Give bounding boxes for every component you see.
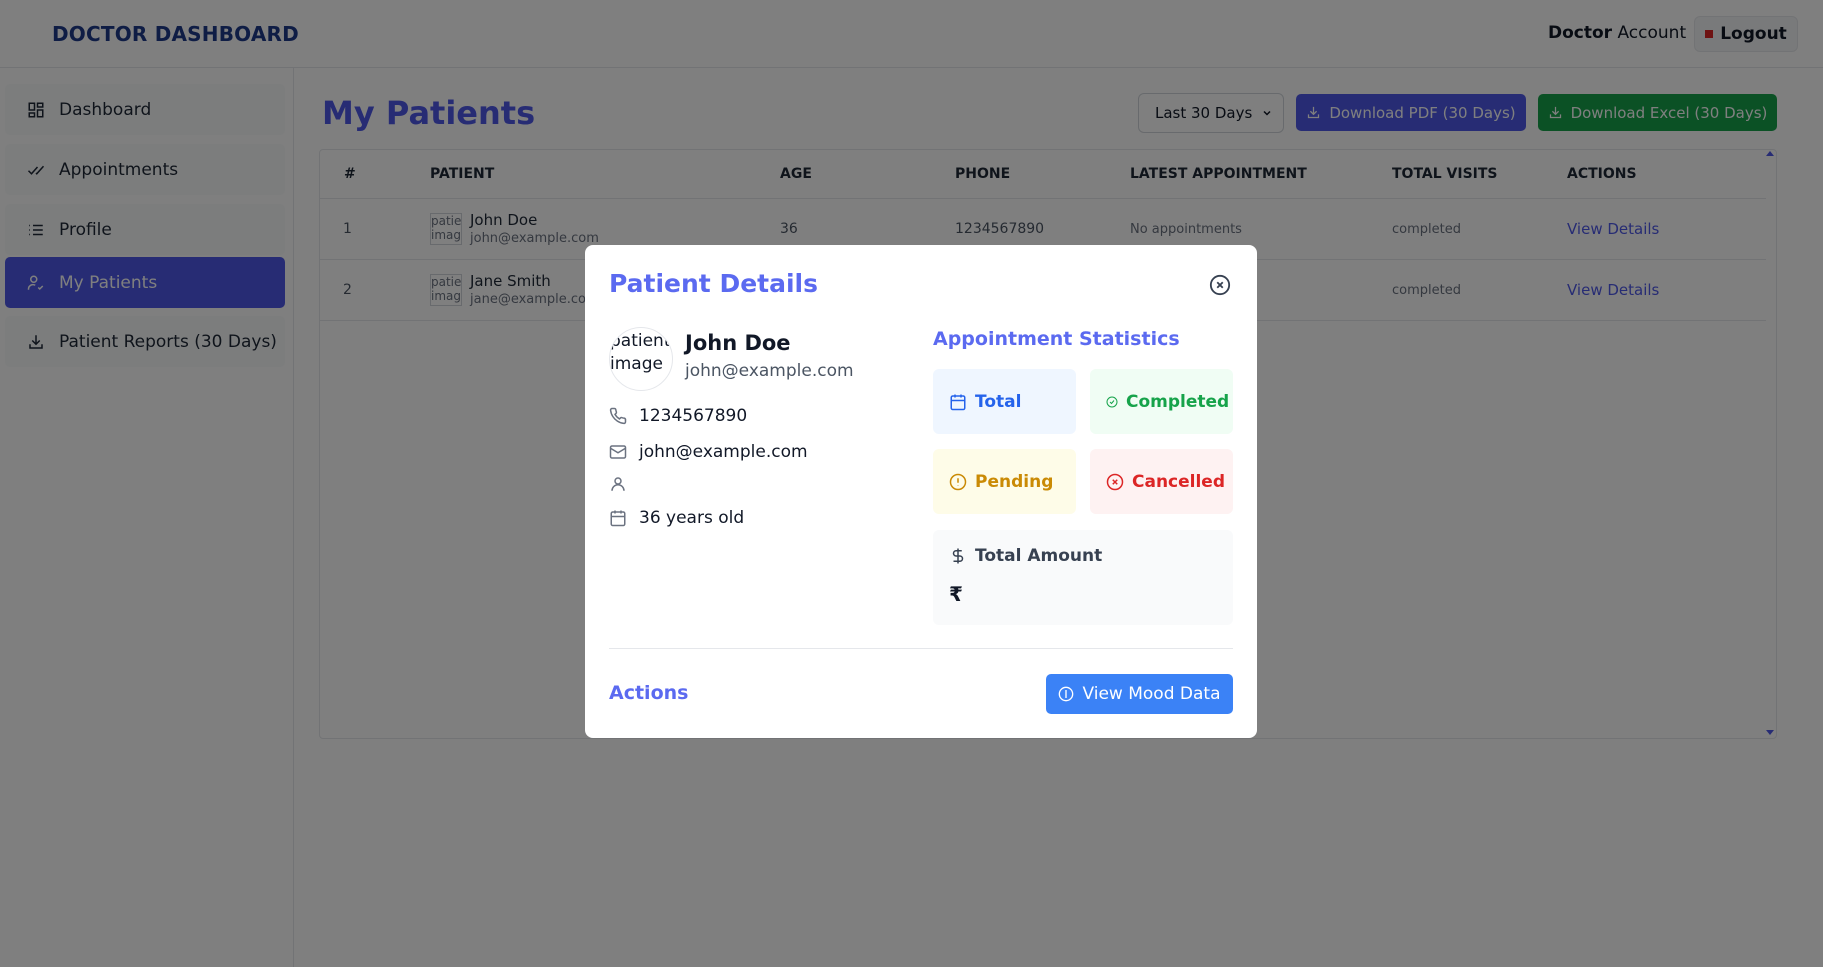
patient-details-modal: Patient Details patient image John Doe j… [585,245,1257,738]
age-row: 36 years old [609,508,744,528]
total-amount-heading: Total Amount [949,546,1102,566]
view-mood-data-label: View Mood Data [1082,684,1221,704]
close-icon[interactable] [1209,274,1231,296]
email-value: john@example.com [639,442,808,462]
modal-divider [609,648,1233,649]
age-value: 36 years old [639,508,745,528]
stat-completed-label: Completed [1126,391,1230,412]
phone-value: 1234567890 [639,406,748,426]
mail-icon [609,445,627,459]
stat-completed: Completed [1090,369,1233,434]
view-mood-data-button[interactable]: View Mood Data [1046,674,1233,714]
dollar-icon [952,548,964,564]
total-amount-label: Total Amount [975,546,1103,566]
email-row: john@example.com [609,442,808,462]
phone-icon [609,407,627,425]
calendar-icon [950,394,966,410]
check-circle-icon [1106,396,1118,407]
x-circle-icon [1106,473,1124,490]
stat-cancelled-label: Cancelled [1132,471,1226,492]
stats-title: Appointment Statistics [933,328,1180,350]
patient-name: John Doe [685,331,791,355]
user-icon [611,477,625,491]
avatar: patient image [609,327,673,391]
modal-title: Patient Details [609,269,818,298]
gender-row [609,475,639,493]
patient-email: john@example.com [685,361,854,381]
alert-circle-icon [949,473,967,490]
total-amount-value: ₹ [949,582,963,606]
stat-total-label: Total [975,391,1022,412]
phone-row: 1234567890 [609,406,747,426]
stat-total: Total [933,369,1076,434]
mood-icon [1059,686,1074,702]
calendar-icon [610,510,626,527]
stat-cancelled: Cancelled [1090,449,1233,514]
actions-heading: Actions [609,682,689,704]
stat-pending: Pending [933,449,1076,514]
total-amount-card: Total Amount ₹ [933,530,1233,625]
stat-pending-label: Pending [975,471,1054,492]
